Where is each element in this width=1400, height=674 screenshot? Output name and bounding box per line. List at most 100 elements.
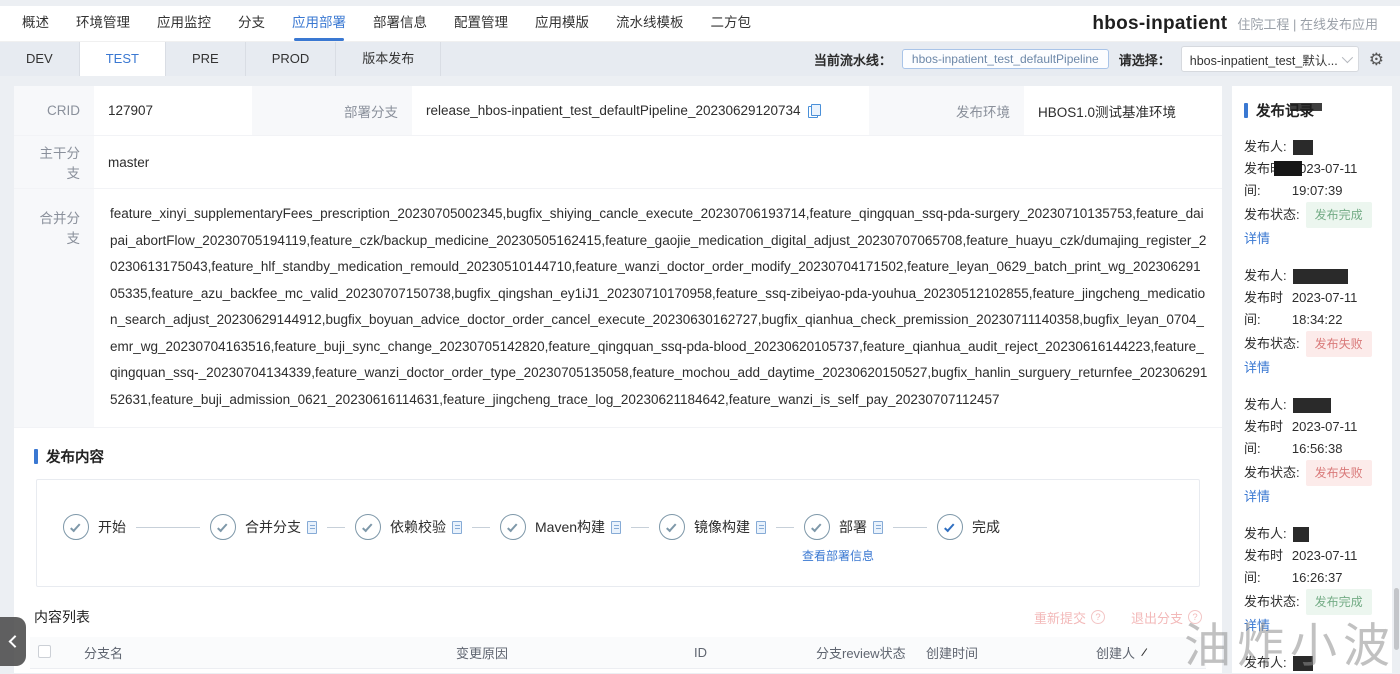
detail-link[interactable]: 详情 <box>1244 357 1270 379</box>
env-tab[interactable]: DEV <box>0 42 80 76</box>
env-tab[interactable]: 版本发布 <box>336 42 442 76</box>
copy-icon[interactable] <box>807 104 821 118</box>
nav-item[interactable]: 应用模版 <box>535 6 589 42</box>
nav-item[interactable]: 应用部署 <box>292 6 346 42</box>
step-log-icon[interactable] <box>452 520 462 534</box>
select-all-checkbox[interactable] <box>38 644 51 658</box>
chevron-down-icon <box>1341 51 1353 64</box>
scrollbar[interactable] <box>1394 588 1399 650</box>
gear-icon[interactable]: ⚙ <box>1369 51 1384 68</box>
crid-value: 127907 <box>94 86 252 136</box>
status-label: 发布状态: <box>1244 465 1300 480</box>
nav-item[interactable]: 流水线模板 <box>616 6 684 42</box>
nav-item[interactable]: 配置管理 <box>454 6 508 42</box>
status-label: 发布状态: <box>1244 594 1300 609</box>
status-label: 发布状态: <box>1244 336 1300 351</box>
pipeline-step: 依赖校验 <box>317 514 462 540</box>
release-record-header: 发布记录 <box>1244 100 1382 121</box>
time-line: 发布时间: 2023-07-11 19:07:39 <box>1244 158 1382 202</box>
step-label: 完成 <box>972 519 1001 535</box>
nav-item[interactable]: 应用监控 <box>157 6 211 42</box>
status-line: 发布状态: 发布失败 <box>1244 331 1382 357</box>
step-log-icon[interactable] <box>756 520 767 534</box>
detail-link[interactable]: 详情 <box>1244 486 1270 508</box>
nav-item[interactable]: 环境管理 <box>76 6 130 42</box>
resubmit-button[interactable]: 重新提交 ? <box>1034 608 1105 627</box>
content-list-actions: 重新提交 ? 退出分支 ? <box>1034 608 1202 627</box>
nav-item[interactable]: 二方包 <box>711 6 752 42</box>
redaction-mark <box>1290 103 1322 111</box>
col-branch: 分支名 <box>76 637 448 669</box>
publisher-line: 发布人: <box>1244 523 1382 545</box>
step-connector <box>631 526 650 528</box>
publisher-redaction <box>1292 268 1348 284</box>
nav-item[interactable]: 概述 <box>22 6 49 42</box>
step-connector <box>776 526 795 528</box>
step-label: 合并分支 <box>245 519 301 535</box>
release-record-entry: 发布人: 发布时间: 2023-07-11 16:26:37 发布状态: 发布完成… <box>1244 523 1382 637</box>
release-status-badge: 发布失败 <box>1305 460 1372 486</box>
sidebar-collapse-handle[interactable] <box>0 617 26 666</box>
current-pipeline-value: hbos-inpatient_test_defaultPipeline <box>901 49 1109 69</box>
publisher-label: 发布人: <box>1244 397 1287 412</box>
publisher-line: 发布人: <box>1244 394 1382 416</box>
pipeline-select[interactable]: hbos-inpatient_test_默认... <box>1180 46 1359 72</box>
pipeline-steps: 开始 合并分支 依赖校验 Maven构建 镜像构建 部署 查看部署信息 完成 <box>36 479 1200 587</box>
view-deploy-info-link[interactable]: 查看部署信息 <box>802 547 874 564</box>
step-log-icon[interactable] <box>873 520 884 534</box>
env-tab[interactable]: TEST <box>79 42 166 76</box>
env-tab[interactable]: PRE <box>166 42 246 76</box>
status-label: 发布状态: <box>1244 207 1300 222</box>
step-check-icon <box>500 514 526 540</box>
current-pipeline-label: 当前流水线： <box>813 52 892 68</box>
env-tab[interactable]: PROD <box>246 42 337 76</box>
table-row: bugfix_qianhua_check_premission_20230711… <box>30 668 1206 673</box>
help-icon: ? <box>1090 610 1105 624</box>
step-log-icon[interactable] <box>307 520 317 534</box>
pipeline-step: Maven构建 <box>462 514 622 540</box>
exit-branch-button[interactable]: 退出分支 ? <box>1131 608 1202 627</box>
status-line: 发布状态: 发布失败 <box>1244 460 1382 486</box>
step-label: 镜像构建 <box>694 519 751 535</box>
nav-item[interactable]: 分支 <box>238 6 265 42</box>
crid-label: CRID <box>14 86 94 136</box>
col-creator: 创建人 <box>1088 637 1206 669</box>
step-check-icon <box>355 514 381 540</box>
detail-link[interactable]: 详情 <box>1244 228 1270 250</box>
environment-tabbar: DEV TEST PRE PROD 版本发布 当前流水线： hbos-inpat… <box>0 42 1400 76</box>
chevron-left-icon <box>8 635 21 648</box>
step-log-icon[interactable] <box>611 520 622 534</box>
release-record-sidebar: 发布记录 发布人: 发布时间: 2023-07-11 19:07:39 发布状态:… <box>1232 86 1392 673</box>
content-list-header: 内容列表 重新提交 ? 退出分支 ? <box>34 607 1202 627</box>
step-label: 开始 <box>98 519 126 535</box>
release-status-badge: 发布失败 <box>1305 331 1372 357</box>
help-icon: ? <box>1188 610 1202 624</box>
publisher-redaction <box>1292 526 1309 542</box>
app-title: hbos-inpatient <box>1092 12 1228 34</box>
release-content-title: 发布内容 <box>46 450 104 466</box>
release-record-entry: 发布人: 发布时间: 2023-07-11 18:34:22 发布状态: 发布失败… <box>1244 265 1382 379</box>
col-reason: 变更原因 <box>448 637 686 669</box>
release-record-entry: 发布人: 发布时间: 2023-07-11 16:56:38 发布状态: 发布失败… <box>1244 394 1382 508</box>
release-record-entry: 发布人: 发布时间: 2023-07-11 19:07:39 发布状态: 发布完成… <box>1244 136 1382 250</box>
pipeline-step: 开始 <box>63 514 126 540</box>
step-check-icon <box>804 514 831 540</box>
step-label: 依赖校验 <box>390 519 446 535</box>
step-connector <box>327 526 345 528</box>
step-connector <box>893 526 928 528</box>
created-time: 2023-07-11 14:04:00 <box>918 668 1088 673</box>
nav-item[interactable]: 部署信息 <box>373 6 427 42</box>
time-line: 发布时间: 2023-07-11 16:26:37 <box>1244 545 1382 589</box>
time-line: 发布时间: 2023-07-11 16:56:38 <box>1244 416 1382 460</box>
publisher-redaction <box>1292 139 1313 155</box>
pipeline-step: 完成 <box>883 514 1000 540</box>
detail-link[interactable]: 详情 <box>1244 615 1270 637</box>
trunk-branch-value: master <box>94 136 1222 189</box>
publisher-label: 发布人: <box>1244 139 1287 154</box>
pipeline-select-value: hbos-inpatient_test_默认... <box>1189 53 1338 68</box>
release-time: 2023-07-11 19:07:39 <box>1291 161 1358 198</box>
step-label: 部署 <box>839 519 868 535</box>
col-id: ID <box>686 637 808 669</box>
deployment-card: CRID 127907 部署分支 release_hbos-inpatient_… <box>14 86 1222 673</box>
section-accent-bar <box>34 449 38 464</box>
